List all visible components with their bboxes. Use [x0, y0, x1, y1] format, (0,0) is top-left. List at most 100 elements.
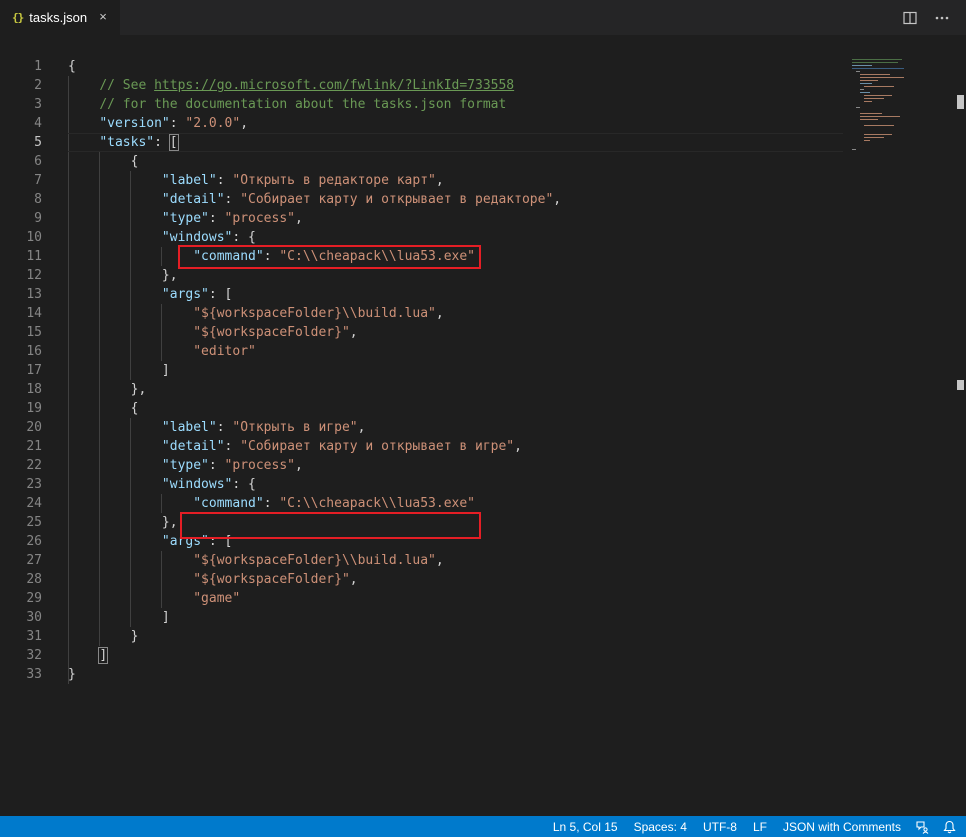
json-key: "tasks" [99, 135, 155, 150]
cursor-position[interactable]: Ln 5, Col 15 [553, 820, 618, 834]
minimap-line [856, 71, 860, 72]
json-string: "editor" [193, 344, 256, 359]
code-line: { [68, 57, 843, 76]
json-key: "windows" [161, 230, 233, 245]
minimap-line [864, 101, 872, 102]
code-line: "${workspaceFolder}\\build.lua", [193, 306, 444, 321]
line-number: 15 [26, 325, 42, 340]
code-line: "${workspaceFolder}\\build.lua", [193, 553, 444, 568]
minimap-line [852, 149, 856, 150]
minimap-line [852, 65, 872, 66]
doc-link[interactable]: https://go.microsoft.com/fwlink/?LinkId=… [154, 78, 514, 93]
code-line: "windows": { [161, 477, 256, 492]
line-number: 18 [26, 382, 42, 397]
code-editor[interactable]: 1 2 3 4 5 6 7 8 9 10 11 12 13 14 15 16 1… [0, 35, 966, 816]
minimap[interactable] [848, 57, 948, 167]
json-string: "game" [193, 591, 241, 606]
brace: { [68, 59, 76, 74]
highlight-box-command-1 [178, 245, 481, 269]
more-actions-icon[interactable] [932, 8, 952, 28]
file-encoding[interactable]: UTF-8 [703, 820, 737, 834]
status-bar: Ln 5, Col 15 Spaces: 4 UTF-8 LF JSON wit… [0, 816, 966, 837]
minimap-line [860, 80, 878, 81]
code-line: ] [161, 610, 170, 625]
split-editor-icon[interactable] [900, 8, 920, 28]
tab-bar: {} tasks.json × [0, 0, 966, 35]
minimap-line [852, 62, 898, 63]
minimap-line [864, 125, 894, 126]
minimap-line [860, 116, 900, 117]
line-number: 4 [34, 116, 42, 131]
line-number: 28 [26, 572, 42, 587]
json-string: "${workspaceFolder}\\build.lua" [193, 553, 436, 568]
json-string: "process" [224, 211, 295, 226]
code-line: "command": "C:\\cheapack\\lua53.exe" [193, 496, 476, 511]
line-number-gutter: 1 2 3 4 5 6 7 8 9 10 11 12 13 14 15 16 1… [0, 57, 50, 684]
close-icon[interactable]: × [96, 10, 110, 24]
json-key: "detail" [161, 192, 225, 207]
line-number: 3 [34, 97, 42, 112]
line-ending[interactable]: LF [753, 820, 767, 834]
tab-label: tasks.json [29, 10, 88, 25]
line-number: 20 [26, 420, 42, 435]
json-string: "2.0.0" [185, 116, 241, 131]
line-number: 16 [26, 344, 42, 359]
scrollbar-marker [957, 380, 964, 390]
json-key: "windows" [161, 477, 233, 492]
line-number-active: 5 [34, 135, 42, 150]
code-content[interactable]: { // See https://go.microsoft.com/fwlink… [68, 57, 843, 684]
code-line: { [130, 154, 139, 169]
line-number: 33 [26, 667, 42, 682]
line-number: 21 [26, 439, 42, 454]
code-line-current: "tasks": [ [68, 133, 843, 152]
json-string: "Открыть в игре" [232, 420, 358, 435]
json-string: "${workspaceFolder}" [193, 572, 350, 587]
line-number: 30 [26, 610, 42, 625]
comment: // for the documentation about the tasks… [99, 97, 507, 112]
code-line: "args": [ [161, 287, 233, 302]
json-key: "command" [193, 496, 264, 511]
line-number: 27 [26, 553, 42, 568]
line-number: 12 [26, 268, 42, 283]
line-number: 9 [34, 211, 42, 226]
code-line: // See https://go.microsoft.com/fwlink/?… [68, 76, 843, 95]
minimap-line [856, 107, 860, 108]
json-key: "label" [161, 420, 217, 435]
json-string: "${workspaceFolder}\\build.lua" [193, 306, 436, 321]
code-line: "${workspaceFolder}", [193, 325, 358, 340]
bracket-match: ] [98, 647, 109, 664]
tab-tasks-json[interactable]: {} tasks.json × [0, 0, 120, 35]
line-number: 31 [26, 629, 42, 644]
json-string: "C:\\cheapack\\lua53.exe" [279, 496, 476, 511]
code-line: "type": "process", [161, 458, 303, 473]
minimap-line [860, 77, 904, 78]
scrollbar-thumb[interactable] [957, 95, 964, 109]
code-line: "label": "Открыть в редакторе карт", [161, 173, 444, 188]
indentation-setting[interactable]: Spaces: 4 [634, 820, 687, 834]
bell-icon[interactable] [943, 820, 956, 834]
code-line: { [130, 401, 139, 416]
code-line: "${workspaceFolder}", [193, 572, 358, 587]
json-string: "process" [224, 458, 295, 473]
feedback-icon[interactable] [915, 820, 929, 834]
code-line: }, [130, 382, 147, 397]
line-number: 26 [26, 534, 42, 549]
minimap-line [860, 119, 878, 120]
minimap-line [864, 134, 892, 135]
minimap-line [864, 137, 884, 138]
minimap-line [864, 98, 884, 99]
line-number: 11 [26, 249, 42, 264]
json-string: "Собирает карту и открывает в редакторе" [240, 192, 554, 207]
code-line: "version": "2.0.0", [99, 116, 249, 131]
json-string: "Открыть в редакторе карт" [232, 173, 436, 188]
line-number: 22 [26, 458, 42, 473]
minimap-line [852, 68, 904, 69]
vertical-scrollbar[interactable] [953, 35, 966, 816]
code-line: } [130, 629, 139, 644]
minimap-line [860, 89, 864, 90]
language-mode[interactable]: JSON with Comments [783, 820, 901, 834]
line-number: 7 [34, 173, 42, 188]
highlight-box-command-2 [180, 512, 481, 539]
minimap-line [860, 113, 882, 114]
line-number: 8 [34, 192, 42, 207]
